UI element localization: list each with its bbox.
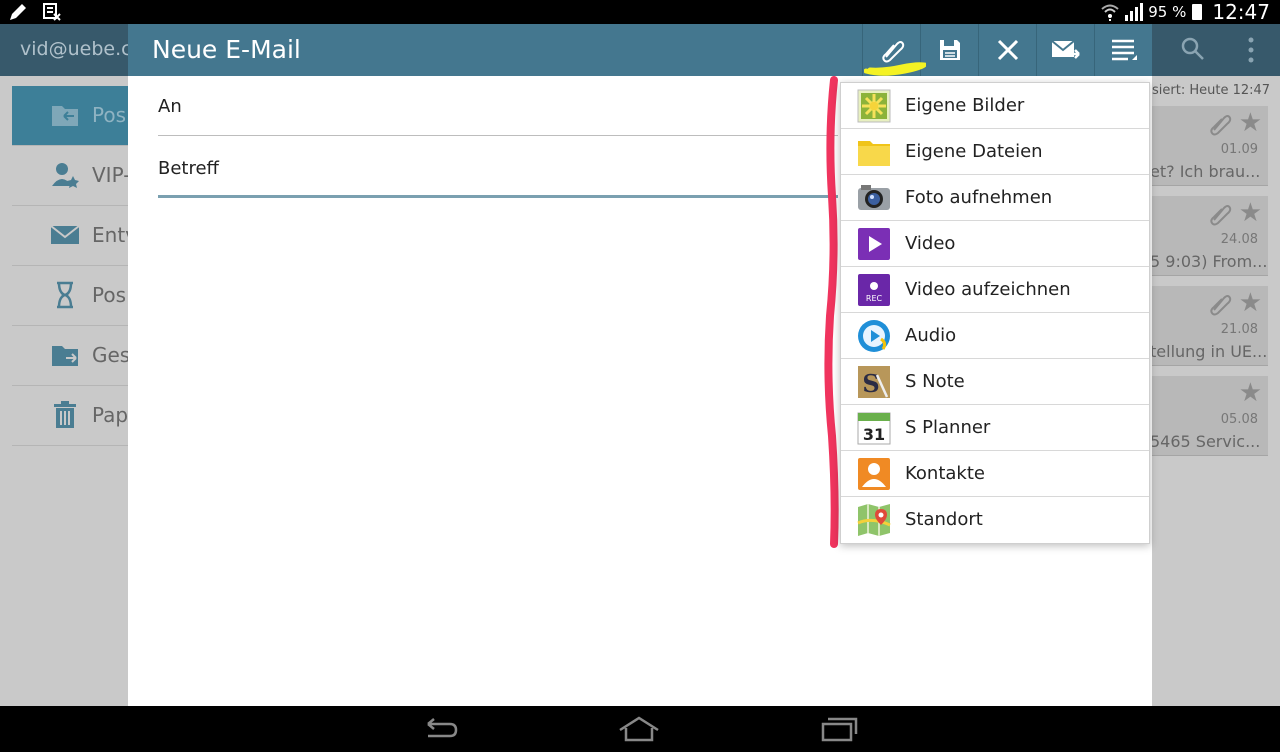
svg-text:REC: REC (866, 294, 883, 303)
screenshot-icon (43, 3, 61, 21)
menu-item-contacts[interactable]: Kontakte (841, 451, 1149, 497)
status-bar: 95 % 12:47 (0, 0, 1280, 24)
menu-item-my-pictures[interactable]: Eigene Bilder (841, 83, 1149, 129)
menu-item-take-photo[interactable]: Foto aufnehmen (841, 175, 1149, 221)
to-field[interactable]: An (158, 76, 838, 136)
star-icon[interactable]: ★ (1239, 110, 1262, 136)
video-icon (858, 228, 890, 260)
compose-action-bar: Neue E-Mail (128, 24, 1152, 76)
sent-folder-icon (52, 346, 78, 366)
star-icon[interactable]: ★ (1239, 380, 1262, 406)
sidebar-item-inbox[interactable]: Pos (12, 86, 130, 146)
calendar-icon: 31 (857, 412, 891, 445)
pencil-icon (10, 4, 26, 20)
save-icon (939, 40, 960, 60)
menu-item-audio[interactable]: Audio (841, 313, 1149, 359)
sidebar-item-drafts[interactable]: Entv (12, 206, 130, 266)
subject-field[interactable]: Betreff (158, 138, 838, 198)
star-icon[interactable]: ★ (1239, 290, 1262, 316)
contacts-icon (858, 458, 890, 490)
sync-status: siert: Heute 12:47 (1152, 83, 1271, 98)
camera-icon (858, 185, 890, 210)
wifi-icon (1101, 4, 1119, 21)
battery-percent: 95 % (1148, 3, 1187, 21)
paperclip-icon (881, 41, 904, 63)
navigation-bar (0, 706, 1280, 752)
list-menu-icon (1111, 39, 1137, 61)
recent-apps-icon[interactable] (814, 714, 864, 744)
svg-text:31: 31 (863, 425, 885, 444)
background-message-list: siert: Heute 12:47 ★ 01.09 et? Ich brau.… (1150, 80, 1280, 530)
menu-item-record-video[interactable]: REC Video aufzeichnen (841, 267, 1149, 313)
sidebar-item-sent[interactable]: Ges (12, 326, 130, 386)
battery-icon (1192, 4, 1203, 20)
menu-item-video[interactable]: Video (841, 221, 1149, 267)
menu-item-s-note[interactable]: S S Note (841, 359, 1149, 405)
yellow-highlight-annotation (864, 62, 926, 76)
save-button[interactable] (920, 24, 978, 76)
s-note-icon: S (858, 366, 890, 398)
send-mail-icon (1050, 40, 1080, 59)
message-card[interactable]: ★ 21.08 tellung in UE... (1150, 286, 1268, 366)
attach-menu: Eigene Bilder Eigene Dateien Foto aufneh… (840, 82, 1150, 544)
menu-item-my-files[interactable]: Eigene Dateien (841, 129, 1149, 175)
home-icon[interactable] (614, 714, 664, 744)
account-name: vid@uebe.c (20, 38, 132, 60)
inbox-folder-icon (52, 106, 78, 126)
svg-text:S: S (862, 369, 879, 398)
trash-icon (54, 401, 76, 428)
audio-icon (858, 320, 890, 352)
gallery-icon (857, 89, 891, 123)
message-card[interactable]: ★ 24.08 5 9:03) From... (1150, 196, 1268, 276)
close-icon (997, 39, 1018, 61)
signal-icon (1125, 3, 1144, 21)
sidebar-item-trash[interactable]: Pap (12, 386, 130, 446)
record-video-icon: REC (858, 274, 890, 306)
send-button[interactable] (1036, 24, 1094, 76)
search-icon[interactable] (1180, 36, 1206, 62)
sidebar-item-outbox[interactable]: Pos (12, 266, 130, 326)
menu-item-location[interactable]: Standort (841, 497, 1149, 543)
location-icon (857, 504, 891, 536)
vip-icon (52, 163, 79, 188)
back-icon[interactable] (414, 714, 464, 744)
folder-icon (858, 141, 890, 166)
subject-label: Betreff (158, 158, 219, 179)
compose-title: Neue E-Mail (152, 35, 301, 64)
envelope-icon (50, 225, 80, 244)
star-icon[interactable]: ★ (1239, 200, 1262, 226)
message-card[interactable]: ★ 05.08 5465 Servic... (1150, 376, 1268, 456)
hourglass-icon (57, 281, 73, 309)
sidebar-item-vip[interactable]: VIP- (12, 146, 130, 206)
clock: 12:47 (1212, 0, 1270, 24)
overflow-menu-icon[interactable] (1246, 36, 1256, 64)
menu-item-s-planner[interactable]: 31 S Planner (841, 405, 1149, 451)
paperclip-icon (1210, 205, 1232, 226)
to-label: An (158, 96, 182, 117)
discard-button[interactable] (978, 24, 1036, 76)
message-card[interactable]: ★ 01.09 et? Ich brau... (1150, 106, 1268, 186)
paperclip-icon (1210, 115, 1232, 136)
paperclip-icon (1210, 295, 1232, 316)
format-options-button[interactable] (1094, 24, 1152, 76)
